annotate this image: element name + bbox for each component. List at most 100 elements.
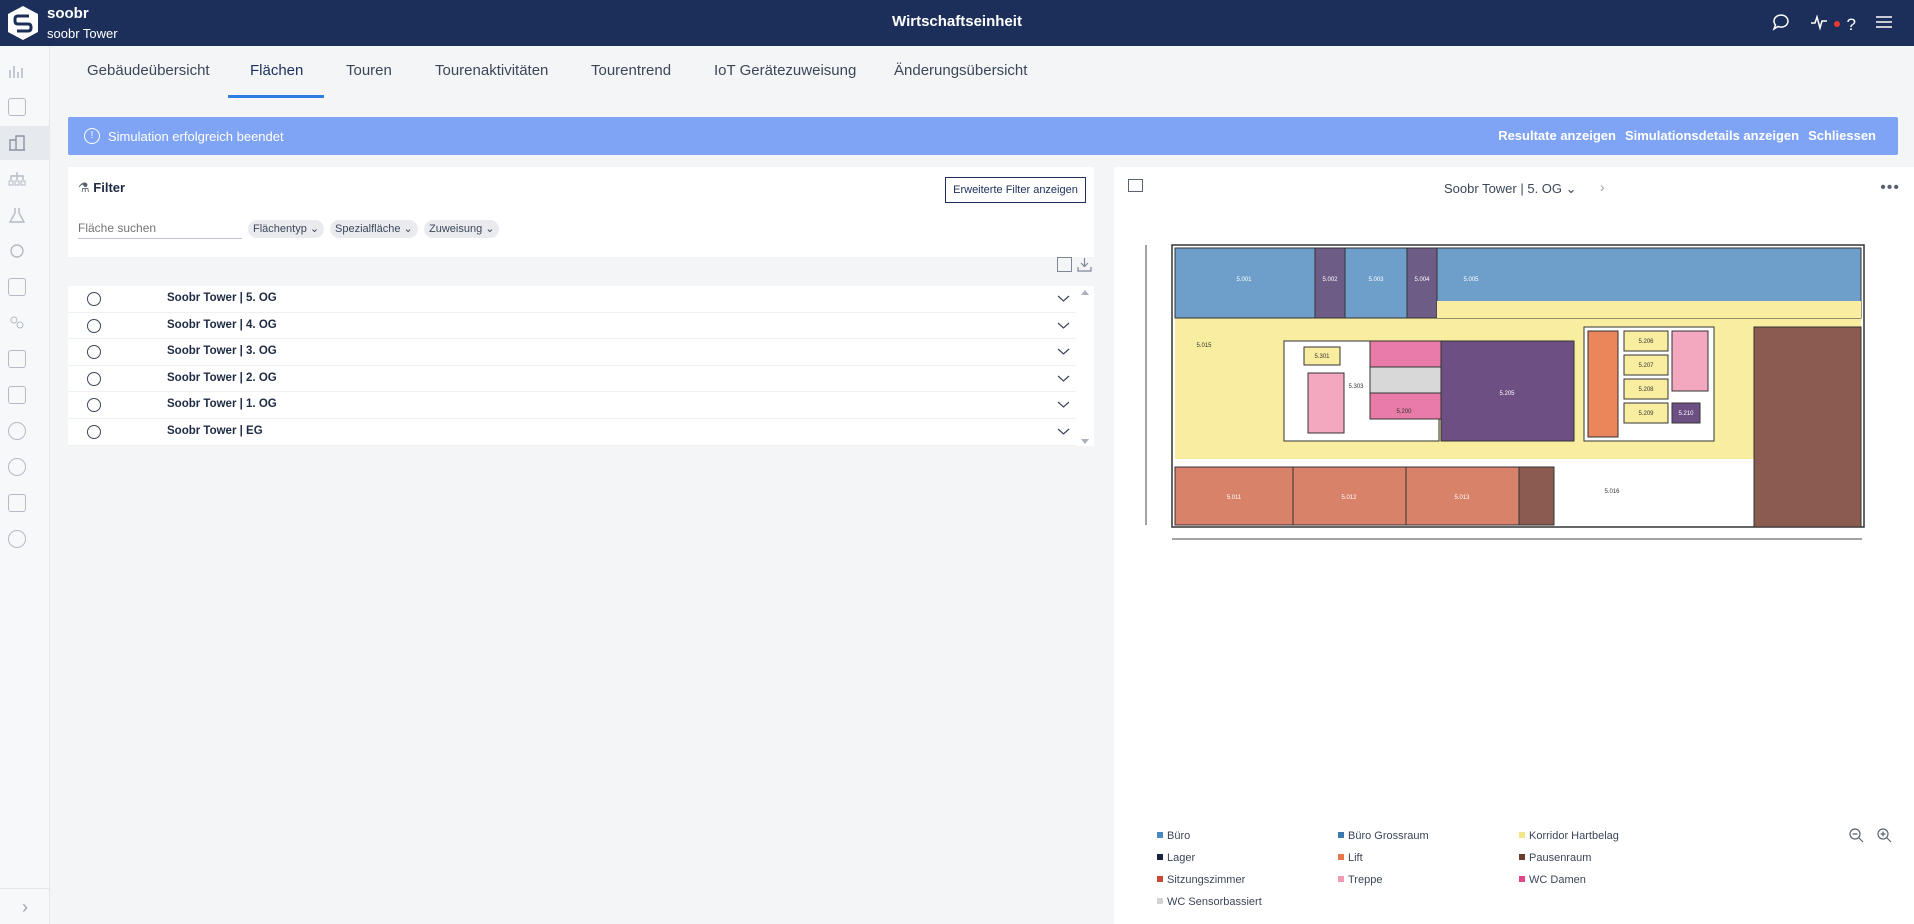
room-label: 5.013 — [1454, 495, 1470, 501]
floor-plan[interactable]: 5.001 5.002 5.003 5.004 5.005 5.205 5.01… — [1144, 243, 1874, 543]
floor-radio[interactable] — [87, 424, 101, 439]
chevron-down-icon[interactable] — [1057, 345, 1070, 358]
filter-chip-spezialflaeche[interactable]: Spezialfläche ⌄ — [330, 220, 418, 238]
tab-iot-geraetezuweisung[interactable]: IoT Gerätezuweisung — [714, 62, 856, 79]
list-scrollbar[interactable] — [1076, 286, 1094, 446]
legend-swatch — [1157, 832, 1163, 838]
floor-radio[interactable] — [87, 371, 101, 386]
scroll-down-icon[interactable] — [1081, 439, 1089, 444]
chat-icon[interactable] — [1771, 12, 1791, 37]
target-icon[interactable] — [8, 422, 26, 440]
floor-radio[interactable] — [87, 398, 101, 413]
floor-label: Soobr Tower | 2. OG — [167, 371, 277, 384]
report-icon[interactable] — [8, 350, 26, 368]
page-title: Wirtschaftseinheit — [892, 13, 1022, 30]
room-label: 5.004 — [1414, 277, 1430, 283]
info-icon[interactable] — [8, 458, 26, 476]
translate-icon[interactable] — [8, 494, 26, 512]
room-label: 5.206 — [1638, 339, 1654, 345]
notification-dot — [1834, 21, 1840, 27]
room-label: 5.003 — [1368, 277, 1384, 283]
book-icon[interactable] — [8, 386, 26, 404]
chevron-right-icon[interactable]: › — [0, 888, 50, 924]
room-label: 5.001 — [1236, 277, 1252, 283]
room-label: 5.011 — [1227, 495, 1242, 501]
tab-touren[interactable]: Touren — [346, 62, 392, 79]
legend-swatch — [1519, 876, 1525, 882]
zoom-in-icon[interactable] — [1876, 827, 1892, 843]
list-item[interactable]: Soobr Tower | EG — [68, 419, 1076, 446]
legend-item: Sitzungszimmer — [1157, 873, 1262, 895]
room-label: 5.205 — [1499, 391, 1515, 397]
filter-chip-flaechentyp[interactable]: Flächentyp ⌄ — [248, 220, 325, 238]
legend-swatch — [1157, 876, 1163, 882]
flask-icon[interactable] — [8, 206, 26, 224]
tab-flaechen[interactable]: Flächen — [250, 62, 303, 79]
list-toolbar — [1055, 257, 1095, 275]
table-view-icon[interactable] — [1057, 257, 1072, 272]
help-icon[interactable]: ? — [1847, 15, 1856, 35]
building-icon[interactable] — [8, 134, 26, 152]
list-item[interactable]: Soobr Tower | 4. OG — [68, 313, 1076, 340]
chevron-down-icon[interactable] — [1057, 319, 1070, 332]
legend-item: Pausenraum — [1519, 851, 1619, 873]
floor-radio[interactable] — [87, 292, 101, 306]
filter-chip-zuweisung[interactable]: Zuweisung ⌄ — [424, 220, 500, 238]
menu-icon[interactable] — [1874, 12, 1894, 37]
chevron-down-icon[interactable] — [1057, 292, 1070, 305]
show-results-button[interactable]: Resultate anzeigen — [1498, 128, 1616, 143]
list-item[interactable]: Soobr Tower | 5. OG — [68, 286, 1076, 313]
download-icon[interactable] — [1077, 257, 1092, 272]
legend-item: Korridor Hartbelag — [1519, 829, 1619, 851]
list-item[interactable]: Soobr Tower | 3. OG — [68, 339, 1076, 366]
floor-selector[interactable]: Soobr Tower | 5. OG ⌄ — [1444, 181, 1577, 197]
activity-icon[interactable] — [1809, 12, 1829, 37]
banner-message: Simulation erfolgreich beendet — [108, 129, 284, 144]
floor-radio[interactable] — [87, 318, 101, 333]
more-options-icon[interactable]: ••• — [1880, 179, 1900, 197]
legend-item: WC Sensorbassiert — [1157, 895, 1262, 917]
chevron-down-icon[interactable] — [1057, 372, 1070, 385]
floor-radio[interactable] — [87, 345, 101, 360]
tab-tourenaktivitaeten[interactable]: Tourenaktivitäten — [435, 62, 548, 79]
tab-aenderungsuebersicht[interactable]: Änderungsübersicht — [894, 62, 1027, 79]
fullscreen-icon[interactable] — [1128, 179, 1143, 192]
org-chart-icon[interactable] — [8, 170, 26, 188]
scroll-up-icon[interactable] — [1081, 290, 1089, 295]
legend-swatch — [1338, 832, 1344, 838]
tab-tourentrend[interactable]: Tourentrend — [591, 62, 671, 79]
next-floor-icon[interactable]: › — [1600, 179, 1605, 195]
legend-swatch — [1157, 854, 1163, 860]
filter-title: ⚗ Filter — [78, 180, 126, 195]
calendar-icon[interactable] — [8, 278, 26, 296]
legend-item: Büro Grossraum — [1338, 829, 1429, 851]
active-tab-indicator — [228, 95, 324, 98]
users-icon[interactable] — [8, 314, 26, 332]
floor-label: Soobr Tower | 4. OG — [167, 318, 277, 331]
zoom-out-icon[interactable] — [1848, 827, 1864, 843]
floor-list: Soobr Tower | 5. OG Soobr Tower | 4. OG … — [68, 286, 1076, 446]
sync-icon[interactable] — [8, 242, 26, 260]
simulation-details-button[interactable]: Simulationsdetails anzeigen — [1625, 128, 1799, 143]
floor-plan-panel: Soobr Tower | 5. OG ⌄ › ••• 5.001 5.002 … — [1114, 167, 1914, 924]
settings-icon[interactable] — [8, 530, 26, 548]
chevron-down-icon[interactable] — [1057, 425, 1070, 438]
legend-swatch — [1157, 898, 1163, 904]
list-item[interactable]: Soobr Tower | 2. OG — [68, 366, 1076, 393]
chevron-down-icon: ⌄ — [403, 223, 413, 235]
close-banner-button[interactable]: Schliessen — [1808, 128, 1876, 143]
legend-item: Lift — [1338, 851, 1429, 873]
list-item[interactable]: Soobr Tower | 1. OG — [68, 392, 1076, 419]
room-label: 5.015 — [1196, 343, 1212, 349]
room-label: 5.207 — [1638, 363, 1654, 369]
dollar-icon[interactable] — [8, 98, 26, 116]
tab-bar: Gebäudeübersicht Flächen Touren Tourenak… — [50, 46, 1914, 100]
chevron-down-icon[interactable] — [1057, 398, 1070, 411]
chevron-down-icon: ⌄ — [485, 223, 495, 235]
room-label: 5.200 — [1396, 409, 1412, 415]
chart-icon[interactable] — [8, 62, 26, 80]
legend-item: WC Damen — [1519, 873, 1619, 895]
advanced-filter-button[interactable]: Erweiterte Filter anzeigen — [945, 177, 1086, 203]
tab-gebaeudeuebersicht[interactable]: Gebäudeübersicht — [87, 62, 210, 79]
area-search-input[interactable] — [78, 217, 242, 239]
